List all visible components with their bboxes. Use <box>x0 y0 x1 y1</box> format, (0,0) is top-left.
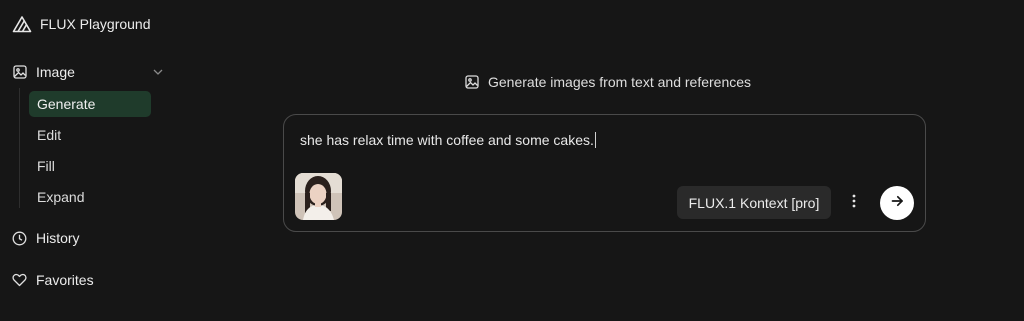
prompt-composer[interactable]: she has relax time with coffee and some … <box>283 114 926 232</box>
nav-item-favorites[interactable]: Favorites <box>12 268 94 292</box>
sidebar: FLUX Playground Image Generate Edit Fill… <box>0 0 180 321</box>
nav-item-image-label: Image <box>36 64 75 80</box>
prompt-text: she has relax time with coffee and some … <box>300 132 594 148</box>
nav-item-history-label: History <box>36 230 80 246</box>
model-select-button[interactable]: FLUX.1 Kontext [pro] <box>677 186 831 219</box>
app-root: FLUX Playground Image Generate Edit Fill… <box>0 0 1024 321</box>
text-caret <box>594 132 596 148</box>
nav-item-history[interactable]: History <box>12 226 80 250</box>
send-button[interactable] <box>880 186 914 220</box>
subnav-item-fill[interactable]: Fill <box>29 153 151 179</box>
page-heading: Generate images from text and references <box>464 74 751 90</box>
reference-image-thumbnail[interactable] <box>295 173 342 220</box>
subnav-item-label: Fill <box>37 158 55 174</box>
subnav-item-label: Edit <box>37 127 62 143</box>
subnav-item-label: Expand <box>37 189 85 205</box>
chevron-down-icon[interactable] <box>152 66 164 78</box>
heart-icon <box>12 273 27 288</box>
model-select-label: FLUX.1 Kontext [pro] <box>688 194 820 211</box>
clock-icon <box>12 231 27 246</box>
page-heading-text: Generate images from text and references <box>488 74 752 90</box>
subnav-item-generate[interactable]: Generate <box>29 91 151 117</box>
image-icon <box>464 75 479 90</box>
nav-group-image: Image <box>12 60 164 84</box>
nav-item-favorites-label: Favorites <box>36 272 94 288</box>
more-options-button[interactable] <box>844 192 864 214</box>
prompt-input[interactable]: she has relax time with coffee and some … <box>300 132 596 148</box>
nav-item-image[interactable]: Image <box>12 60 164 84</box>
brand[interactable]: FLUX Playground <box>12 14 151 34</box>
subnav-item-label: Generate <box>37 96 96 112</box>
vertical-dots-icon <box>852 194 856 213</box>
subnav-item-expand[interactable]: Expand <box>29 184 151 210</box>
image-subnav: Generate Edit Fill Expand <box>19 88 151 208</box>
flux-logo-icon <box>12 14 32 34</box>
image-icon <box>12 65 27 80</box>
app-title: FLUX Playground <box>40 16 151 32</box>
subnav-item-edit[interactable]: Edit <box>29 122 151 148</box>
arrow-right-icon <box>891 194 904 212</box>
